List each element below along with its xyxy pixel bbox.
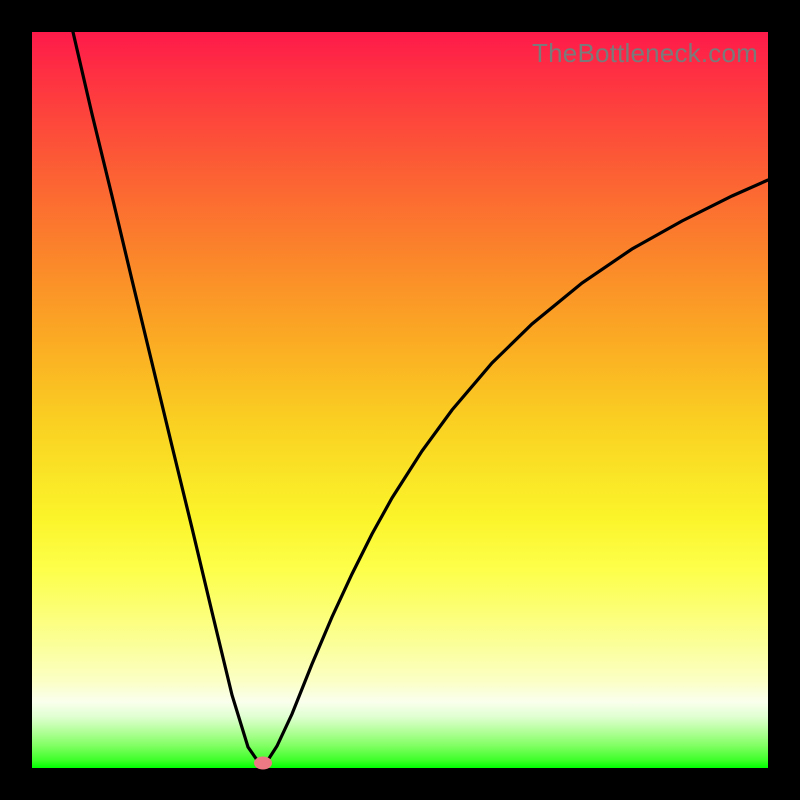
curve-svg xyxy=(32,32,768,768)
chart-container: TheBottleneck.com xyxy=(0,0,800,800)
plot-area: TheBottleneck.com xyxy=(32,32,768,768)
curve-path xyxy=(73,32,768,763)
min-point-marker xyxy=(254,757,272,770)
